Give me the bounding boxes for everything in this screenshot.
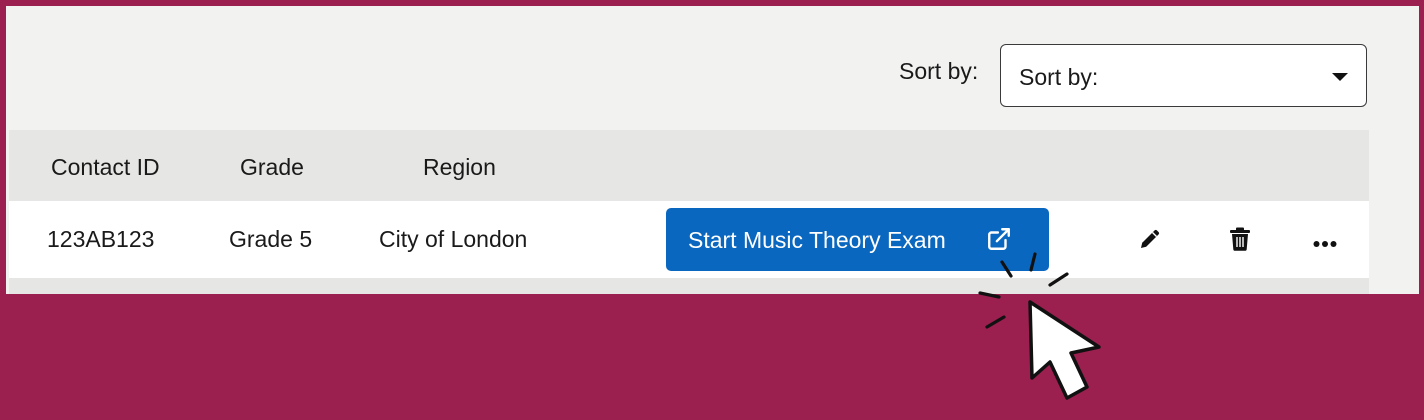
cell-grade: Grade 5 [229, 226, 313, 252]
start-exam-label: Start Music Theory Exam [688, 227, 946, 253]
sort-select-value: Sort by: [1019, 64, 1099, 90]
trash-icon[interactable] [1229, 227, 1251, 256]
table-header: Contact ID Grade Region [9, 130, 1369, 201]
chevron-down-icon [1332, 73, 1348, 81]
cell-region: City of London [379, 226, 528, 252]
contacts-panel: Sort by: Sort by: Contact ID Grade Regio… [6, 6, 1419, 294]
video-frame: Sort by: Sort by: Contact ID Grade Regio… [0, 0, 1424, 420]
sort-label: Sort by: [899, 58, 979, 84]
header-region: Region [423, 154, 496, 180]
pencil-icon[interactable] [1138, 227, 1162, 256]
table-row [9, 278, 1369, 294]
ellipsis-icon[interactable] [1313, 235, 1337, 253]
cell-contact-id: 123AB123 [47, 226, 155, 252]
mouse-pointer-icon [975, 250, 1115, 410]
sort-select[interactable]: Sort by: [1000, 44, 1367, 107]
table-row: 123AB123 Grade 5 City of London Start Mu… [9, 201, 1369, 278]
header-grade: Grade [240, 154, 304, 180]
header-contact-id: Contact ID [51, 154, 160, 180]
